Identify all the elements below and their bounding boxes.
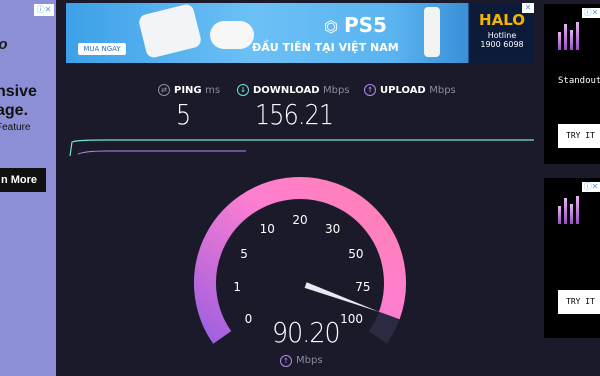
speed-unit-label: Mbps [296, 355, 323, 366]
try-it-button[interactable]: TRY IT [558, 290, 600, 314]
ping-value: 5 [176, 98, 191, 131]
ping-icon: ⇄ [158, 84, 170, 96]
upload-stat: ↑ UPLOAD Mbps [364, 84, 456, 98]
right-ad-2[interactable]: ⓘ✕ TRY IT [544, 178, 600, 338]
ad-headline-line-2: age. [0, 102, 29, 119]
upload-icon: ↑ [280, 355, 292, 367]
download-stat: ↓ DOWNLOAD Mbps 156.21 [237, 84, 350, 131]
ad-logo-icon [558, 22, 582, 54]
banner-tagline: ĐẦU TIÊN TẠI VIỆT NAM [252, 41, 399, 54]
download-value: 156.21 [255, 98, 334, 131]
ad-brand: eo [0, 36, 8, 53]
ps5-logo: ⏣ PS5 [324, 13, 387, 37]
ad-text: Standout [558, 76, 600, 86]
playstation-icon: ⏣ [324, 17, 338, 36]
ad-choices-icon[interactable]: ⓘ✕ [582, 8, 600, 18]
upload-icon: ↑ [364, 84, 376, 96]
hotline-label: Hotline [487, 31, 517, 40]
buy-now-button[interactable]: MUA NGAY [78, 43, 126, 55]
gauge-tick-label: 0 [245, 312, 253, 326]
halo-brand: HALO [479, 11, 525, 29]
halo-logo: HALO Hotline 1900 6098 [470, 11, 534, 49]
gauge-tick-label: 1 [233, 280, 241, 294]
hotline-number: 1900 6098 [480, 40, 524, 49]
ping-label: PING [174, 85, 202, 96]
ps5-brand: PS5 [343, 13, 387, 37]
download-graph-line [69, 139, 534, 157]
ps5-console-image [137, 3, 203, 60]
gauge-tick-label: 50 [348, 247, 363, 261]
ad-headline-line-1: nsive [0, 83, 37, 100]
ad-close-icon[interactable]: ✕ [522, 3, 534, 13]
gauge-tick-label: 5 [240, 247, 248, 261]
ad-learn-more-button[interactable]: n More [0, 168, 46, 192]
upload-unit: Mbps [429, 85, 456, 96]
ad-feature-text: Feature [0, 122, 31, 133]
left-ad[interactable]: ⓘ✕ eo nsive age. Feature n More [0, 0, 56, 376]
right-ad-1[interactable]: ⓘ✕ Standout TRY IT [544, 4, 600, 164]
top-banner-ad[interactable]: MUA NGAY ⏣ PS5 ĐẦU TIÊN TẠI VIỆT NAM HALO… [66, 3, 534, 63]
gauge-tick-label: 10 [260, 222, 275, 236]
try-it-button[interactable]: TRY IT [558, 124, 600, 148]
speed-unit: ↑ Mbps [280, 355, 323, 367]
gauge-tick-label: 75 [355, 280, 370, 294]
download-label: DOWNLOAD [253, 85, 320, 96]
download-unit: Mbps [322, 85, 350, 96]
ps5-console-side-image [424, 7, 440, 57]
ping-stat: ⇄ PING ms 5 [158, 84, 220, 131]
ad-choices-icon[interactable]: ⓘ✕ [34, 4, 54, 16]
gauge-tick-label: 20 [292, 213, 307, 227]
upload-label: UPLOAD [380, 85, 426, 96]
controller-image [210, 21, 254, 49]
ad-choices-icon[interactable]: ⓘ✕ [582, 182, 600, 192]
upload-graph-line [77, 150, 246, 155]
ad-logo-icon [558, 196, 582, 228]
speed-value: 90.20 [272, 316, 341, 349]
speed-graph [69, 139, 534, 157]
download-icon: ↓ [237, 84, 249, 96]
ad-headline: nsive age. [0, 82, 37, 120]
gauge-tick-label: 30 [325, 222, 340, 236]
gauge-tick-label: 100 [340, 312, 363, 326]
ping-unit: ms [205, 85, 221, 96]
